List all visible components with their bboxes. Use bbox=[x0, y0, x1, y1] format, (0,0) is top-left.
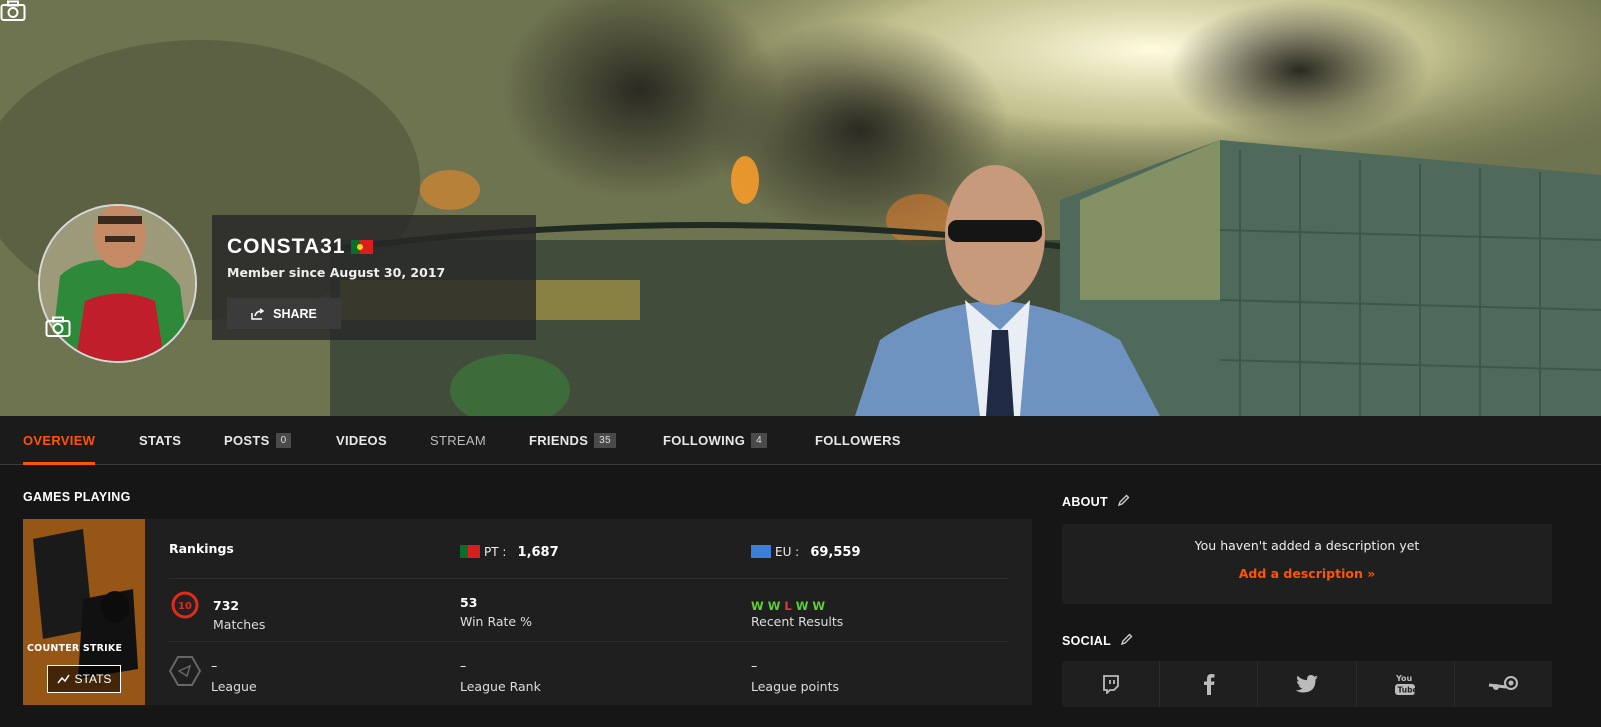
portugal-flag-icon bbox=[460, 545, 480, 558]
member-since: Member since August 30, 2017 bbox=[227, 265, 446, 280]
eu-value: 69,559 bbox=[810, 545, 861, 560]
tab-label: FOLLOWERS bbox=[815, 433, 901, 448]
about-title-text: ABOUT bbox=[1062, 495, 1108, 509]
tab-overview[interactable]: OVERVIEW bbox=[23, 416, 96, 465]
svg-text:Tube: Tube bbox=[1398, 686, 1417, 695]
recent-result-1: W bbox=[767, 599, 781, 613]
league-value: – bbox=[211, 658, 218, 673]
eu-label: EU : bbox=[775, 545, 800, 559]
edit-social-pencil-icon[interactable] bbox=[1120, 633, 1133, 646]
rankings-label: Rankings bbox=[169, 541, 234, 556]
youtube-link[interactable]: You Tube bbox=[1357, 661, 1455, 707]
league-rank-value: – bbox=[460, 658, 467, 673]
steam-icon bbox=[1489, 676, 1519, 690]
about-box: You haven't added a description yet Add … bbox=[1062, 524, 1552, 604]
game-cover[interactable]: COUNTER STRIKE STATS bbox=[23, 519, 145, 705]
username-text: CONSTA31 bbox=[227, 235, 346, 258]
recent-results: WWLWW bbox=[751, 595, 829, 614]
cover-image bbox=[0, 0, 1601, 416]
add-description-link[interactable]: Add a description » bbox=[1062, 566, 1552, 581]
friends-count-badge: 35 bbox=[594, 433, 616, 448]
pt-value: 1,687 bbox=[517, 545, 559, 560]
facebook-link[interactable] bbox=[1160, 661, 1259, 707]
username: CONSTA31 bbox=[227, 235, 374, 259]
share-label: SHARE bbox=[273, 306, 317, 321]
tab-following[interactable]: FOLLOWING 4 bbox=[663, 416, 768, 465]
tab-stats[interactable]: STATS bbox=[139, 416, 181, 465]
winrate-label: Win Rate % bbox=[460, 614, 532, 629]
eu-flag-icon bbox=[751, 545, 771, 558]
social-links: You Tube bbox=[1062, 661, 1552, 707]
about-empty-text: You haven't added a description yet bbox=[1194, 538, 1420, 553]
tab-label: FOLLOWING bbox=[663, 433, 746, 448]
league-rank-label: League Rank bbox=[460, 679, 541, 694]
profile-header-panel: CONSTA31 Member since August 30, 2017 SH… bbox=[212, 215, 536, 340]
avatar-camera-icon[interactable] bbox=[45, 316, 71, 338]
youtube-icon: You Tube bbox=[1395, 674, 1417, 695]
twitter-icon bbox=[1295, 675, 1318, 693]
tab-videos[interactable]: VIDEOS bbox=[336, 416, 387, 465]
league-icon bbox=[169, 656, 201, 686]
tab-posts[interactable]: POSTS 0 bbox=[224, 416, 292, 465]
recent-result-0: W bbox=[751, 599, 764, 613]
tab-label: POSTS bbox=[224, 433, 270, 448]
tab-stream[interactable]: STREAM bbox=[430, 416, 486, 465]
tab-label: STREAM bbox=[430, 433, 486, 448]
following-count-badge: 4 bbox=[751, 433, 768, 448]
social-title: SOCIAL bbox=[1062, 633, 1133, 648]
rankings-row: Rankings PT : 1,687 EU : 69,559 bbox=[169, 519, 1009, 579]
game-stats-button[interactable]: STATS bbox=[47, 665, 121, 693]
matches-row: 10 732 Matches 53 Win Rate % WWLWW Recen… bbox=[169, 579, 1009, 642]
tab-label: OVERVIEW bbox=[23, 433, 96, 448]
profile-tabs: OVERVIEW STATS POSTS 0 VIDEOS STREAM FRIE… bbox=[0, 416, 1601, 465]
game-card: COUNTER STRIKE STATS Rankings PT : 1,687… bbox=[23, 519, 1032, 705]
league-label: League bbox=[211, 679, 257, 694]
portugal-flag-icon bbox=[351, 240, 374, 255]
league-points-value: – bbox=[751, 658, 758, 673]
matches-label: Matches bbox=[213, 617, 266, 632]
cover-camera-icon[interactable] bbox=[0, 0, 26, 22]
trend-icon bbox=[56, 674, 70, 684]
matches-value: 732 bbox=[213, 598, 240, 613]
stats-label: STATS bbox=[74, 672, 112, 686]
tab-label: VIDEOS bbox=[336, 433, 387, 448]
tab-label: FRIENDS bbox=[529, 433, 589, 448]
pt-ranking: PT : 1,687 bbox=[460, 541, 559, 560]
recent-result-4: W bbox=[812, 599, 826, 613]
about-title: ABOUT bbox=[1062, 494, 1130, 509]
posts-count-badge: 0 bbox=[275, 433, 292, 448]
games-playing-title: GAMES PLAYING bbox=[23, 490, 131, 504]
cover-banner bbox=[0, 0, 1601, 416]
tab-label: STATS bbox=[139, 433, 182, 448]
winrate-value: 53 bbox=[460, 595, 478, 610]
recent-result-3: W bbox=[795, 599, 809, 613]
avatar-image bbox=[40, 206, 195, 361]
twitter-link[interactable] bbox=[1258, 661, 1357, 707]
twitch-link[interactable] bbox=[1062, 661, 1161, 707]
game-title: COUNTER STRIKE bbox=[27, 643, 123, 654]
svg-text:You: You bbox=[1395, 674, 1413, 683]
edit-about-pencil-icon[interactable] bbox=[1117, 494, 1130, 507]
recent-results-label: Recent Results bbox=[751, 614, 844, 629]
twitch-icon bbox=[1102, 675, 1119, 694]
steam-link[interactable] bbox=[1455, 661, 1552, 707]
tab-followers[interactable]: FOLLOWERS bbox=[815, 416, 901, 465]
svg-text:10: 10 bbox=[178, 601, 192, 612]
avatar[interactable] bbox=[38, 204, 197, 363]
tab-friends[interactable]: FRIENDS 35 bbox=[529, 416, 616, 465]
share-icon bbox=[251, 307, 265, 320]
facebook-icon bbox=[1203, 674, 1215, 695]
eu-ranking: EU : 69,559 bbox=[751, 541, 861, 560]
share-button[interactable]: SHARE bbox=[227, 298, 341, 329]
league-points-label: League points bbox=[751, 679, 840, 694]
skill-level-icon: 10 bbox=[171, 591, 199, 619]
social-title-text: SOCIAL bbox=[1062, 634, 1111, 648]
pt-label: PT : bbox=[484, 545, 507, 559]
recent-result-2: L bbox=[784, 599, 792, 613]
league-row: – League – League Rank – League points bbox=[169, 642, 1009, 705]
